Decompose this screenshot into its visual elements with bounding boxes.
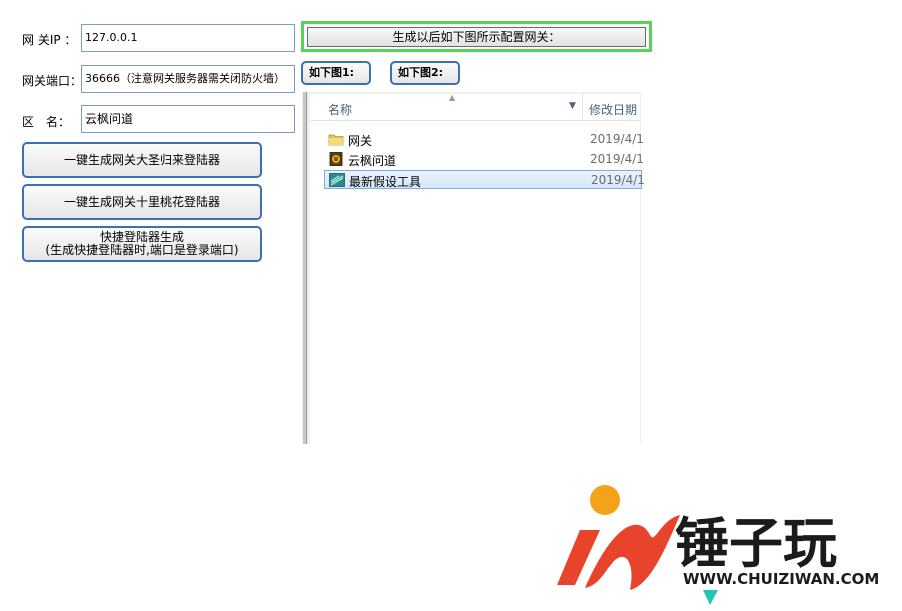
list-item-selected[interactable]: 最新假设工具 2019/4/1 — [324, 170, 645, 189]
figure2-button[interactable]: 如下图2: — [390, 61, 460, 85]
gateway-port-label: 网关端口： — [22, 74, 83, 88]
logo-url-text: WWW.CHUIZIWAN.COM — [683, 570, 879, 588]
generate-shili-launcher-button[interactable]: 一键生成网关十里桃花登陆器 — [22, 184, 262, 220]
list-item[interactable]: 网关 2019/4/1 — [324, 130, 644, 149]
chuiziwan-logo: 锤子玩 WWW.CHUIZIWAN.COM — [557, 485, 879, 605]
list-item-date: 2019/4/1 — [590, 152, 644, 166]
zone-name-input[interactable]: 云枫问道 — [81, 105, 295, 133]
zone-name-label: 区 名： — [22, 115, 71, 129]
list-item-name: 网关 — [348, 134, 373, 148]
column-name-header[interactable]: 名称 — [328, 101, 352, 118]
generate-dazhi-launcher-button[interactable]: 一键生成网关大圣归来登陆器 — [22, 142, 262, 178]
explorer-column-header: ▲ 名称 ▼ 修改日期 — [310, 93, 640, 121]
configure-hint-button[interactable]: 生成以后如下图所示配置网关： — [307, 27, 646, 47]
column-date-header[interactable]: 修改日期 — [589, 101, 637, 118]
folder-icon — [328, 134, 344, 146]
list-item-name: 云枫问道 — [348, 154, 397, 168]
gateway-port-input[interactable]: 36666（注意网关服务器需关闭防火墙） — [81, 65, 295, 93]
list-item-date: 2019/4/1 — [590, 132, 644, 146]
quick-launcher-button[interactable]: 快捷登陆器生成 (生成快捷登陆器时,端口是登录端口) — [22, 226, 262, 262]
tool-exe-icon — [329, 173, 345, 187]
list-item[interactable]: 云枫问道 2019/4/1 — [324, 150, 644, 169]
list-item-date: 2019/4/1 — [591, 173, 645, 187]
figure1-button[interactable]: 如下图1: — [301, 61, 371, 85]
sort-ascending-icon: ▲ — [449, 93, 456, 102]
explorer-file-list: ▲ 名称 ▼ 修改日期 网关 2019/4/1 云枫问道 2019/4/1 最新… — [310, 93, 645, 444]
list-item-name: 最新假设工具 — [349, 175, 422, 189]
logo-brand-text: 锤子玩 — [675, 512, 837, 575]
column-divider[interactable] — [582, 94, 583, 120]
game-exe-icon — [329, 152, 343, 166]
quick-launcher-note: (生成快捷登陆器时,端口是登录端口) — [45, 243, 239, 257]
explorer-splitter-line — [306, 92, 307, 444]
gateway-ip-label: 网 关IP ： — [22, 33, 77, 47]
chevron-down-icon[interactable]: ▼ — [569, 101, 576, 111]
gateway-ip-input[interactable]: 127.0.0.1 — [81, 24, 295, 52]
